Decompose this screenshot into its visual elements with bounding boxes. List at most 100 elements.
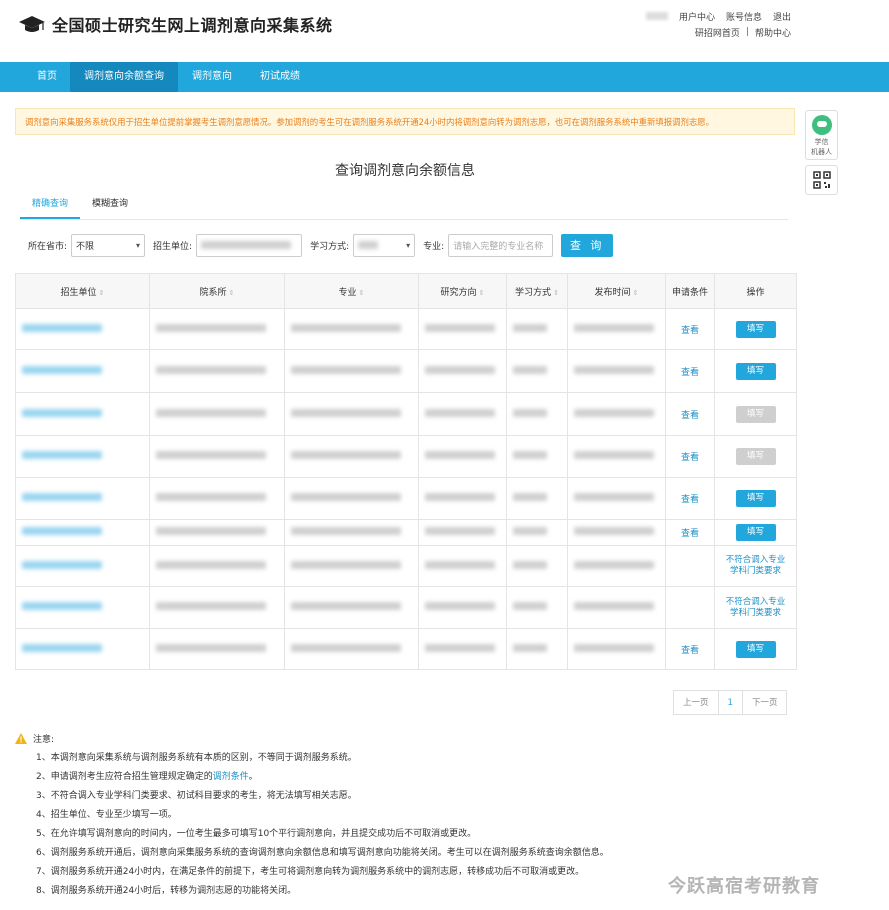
redacted-text bbox=[156, 560, 266, 569]
user-center-link[interactable]: 用户中心 bbox=[679, 10, 715, 23]
robot-icon bbox=[811, 115, 832, 135]
query-button[interactable]: 查 询 bbox=[561, 233, 614, 257]
table-row: 查看 填写 bbox=[15, 308, 797, 350]
prev-page-button[interactable]: 上一页 bbox=[673, 690, 719, 715]
study-mode-select[interactable]: ▾ bbox=[353, 233, 416, 257]
fill-button[interactable]: 填写 bbox=[735, 640, 776, 658]
col-operation: 操作 bbox=[714, 273, 797, 309]
major-input[interactable]: 请输入完整的专业名称 bbox=[448, 233, 554, 257]
redacted-text bbox=[574, 527, 654, 535]
redacted-text bbox=[22, 560, 102, 569]
cell-study-mode bbox=[506, 392, 568, 436]
view-conditions-link[interactable]: 查看 bbox=[681, 326, 699, 336]
redacted-text bbox=[291, 323, 401, 332]
note-item: 1、本调剂意向采集系统与调剂服务系统有本质的区别，不等同于调剂服务系统。 bbox=[36, 753, 357, 763]
nav-intention[interactable]: 调剂意向 bbox=[178, 62, 246, 92]
watermark-text: 今跃高宿考研教育 bbox=[668, 876, 820, 897]
account-info-link[interactable]: 账号信息 bbox=[726, 10, 762, 23]
cell-major bbox=[284, 586, 419, 629]
next-page-button[interactable]: 下一页 bbox=[741, 690, 788, 715]
cell-publish-time bbox=[567, 308, 666, 350]
redacted-text bbox=[156, 323, 266, 332]
redacted-text bbox=[22, 493, 102, 501]
header: 全国硕士研究生网上调剂意向采集系统 用户中心 账号信息 退出 研招网首页 | 帮… bbox=[0, 0, 889, 60]
redacted-text bbox=[513, 408, 547, 417]
redacted-text bbox=[22, 323, 102, 332]
cell-operation: 不符合调入专业 学科门类要求 bbox=[714, 586, 797, 629]
tab-fuzzy-query[interactable]: 模糊查询 bbox=[80, 192, 140, 219]
note-item: 5、在允许填写调剂意向的时间内，一位考生最多可填写10个平行调剂意向，并且提交成… bbox=[36, 829, 477, 839]
fill-button[interactable]: 填写 bbox=[735, 490, 776, 507]
cell-unit bbox=[15, 392, 150, 436]
note-item: 2、申请调剂考生应符合招生管理规定确定的调剂条件。 bbox=[36, 772, 258, 782]
redacted-text bbox=[425, 527, 495, 535]
col-publish-time[interactable]: 发布时间 ⇕ bbox=[567, 273, 666, 309]
site-title: 全国硕士研究生网上调剂意向采集系统 bbox=[52, 16, 333, 35]
logout-link[interactable]: 退出 bbox=[773, 10, 791, 23]
cell-department bbox=[149, 349, 285, 393]
warning-icon bbox=[15, 733, 27, 744]
redacted-text bbox=[513, 493, 547, 501]
unit-input[interactable] bbox=[196, 233, 303, 257]
table-row: 查看 填写 bbox=[15, 435, 797, 478]
view-conditions-link[interactable]: 查看 bbox=[681, 411, 699, 421]
cell-direction bbox=[418, 628, 507, 670]
col-unit[interactable]: 招生单位 ⇕ bbox=[15, 273, 150, 309]
fill-button[interactable]: 填写 bbox=[735, 320, 776, 338]
nav-initial-score[interactable]: 初试成绩 bbox=[246, 62, 314, 92]
cell-direction bbox=[418, 349, 507, 393]
view-conditions-link[interactable]: 查看 bbox=[681, 646, 699, 656]
graduation-cap-icon bbox=[19, 16, 45, 32]
redacted-text bbox=[22, 527, 102, 535]
table-row: 查看 填写 bbox=[15, 349, 797, 393]
redacted-text bbox=[513, 323, 547, 332]
view-conditions-link[interactable]: 查看 bbox=[681, 495, 699, 505]
redacted-text bbox=[156, 527, 266, 535]
conditions-link[interactable]: 调剂条件 bbox=[213, 772, 249, 782]
help-center-link[interactable]: 帮助中心 bbox=[755, 26, 791, 39]
nav-balance-query[interactable]: 调剂意向余额查询 bbox=[70, 62, 178, 92]
cell-study-mode bbox=[506, 628, 568, 670]
site-logo[interactable]: 全国硕士研究生网上调剂意向采集系统 bbox=[18, 12, 333, 36]
fill-button[interactable]: 填写 bbox=[735, 524, 776, 541]
view-conditions-link[interactable]: 查看 bbox=[681, 453, 699, 463]
nav-home[interactable]: 首页 bbox=[0, 62, 70, 92]
cell-study-mode bbox=[506, 519, 568, 546]
cell-major bbox=[284, 349, 419, 393]
cell-department bbox=[149, 477, 285, 520]
cell-major bbox=[284, 308, 419, 350]
col-department[interactable]: 院系所 ⇕ bbox=[149, 273, 285, 309]
cell-publish-time bbox=[567, 392, 666, 436]
redacted-text bbox=[291, 365, 401, 374]
table-header-row: 招生单位 ⇕ 院系所 ⇕ 专业 ⇕ 研究方向 ⇕ 学习方式 ⇕ 发布时间 ⇕ 申请条件 操作 bbox=[15, 273, 797, 309]
cell-conditions: 查看 bbox=[665, 477, 715, 520]
cell-department bbox=[149, 435, 285, 478]
cell-publish-time bbox=[567, 545, 666, 587]
cell-operation: 不符合调入专业 学科门类要求 bbox=[714, 545, 797, 587]
view-conditions-link[interactable]: 查看 bbox=[681, 529, 699, 539]
table-row: 不符合调入专业 学科门类要求 bbox=[15, 545, 797, 587]
cell-publish-time bbox=[567, 349, 666, 393]
cell-operation: 填写 bbox=[714, 435, 797, 478]
view-conditions-link[interactable]: 查看 bbox=[681, 368, 699, 378]
page-number[interactable]: 1 bbox=[717, 690, 743, 715]
col-major[interactable]: 专业 ⇕ bbox=[284, 273, 419, 309]
redacted-text bbox=[156, 602, 266, 610]
redacted-text bbox=[22, 408, 102, 417]
redacted-text bbox=[574, 451, 654, 459]
redacted-text bbox=[291, 643, 401, 652]
yanzhao-home-link[interactable]: 研招网首页 bbox=[695, 26, 740, 39]
fill-button: 填写 bbox=[735, 448, 776, 465]
province-select[interactable]: 不限 ▾ bbox=[71, 233, 146, 257]
user-name bbox=[645, 12, 668, 20]
cell-study-mode bbox=[506, 435, 568, 478]
unit-label: 招生单位: bbox=[153, 241, 193, 252]
col-study-mode[interactable]: 学习方式 ⇕ bbox=[506, 273, 568, 309]
cell-direction bbox=[418, 308, 507, 350]
tab-exact-query[interactable]: 精确查询 bbox=[20, 192, 81, 219]
col-direction[interactable]: 研究方向 ⇕ bbox=[418, 273, 507, 309]
cell-operation: 填写 bbox=[714, 519, 797, 546]
sort-icon: ⇕ bbox=[632, 288, 639, 297]
robot-widget[interactable]: 学信 机器人 bbox=[805, 110, 838, 160]
fill-button[interactable]: 填写 bbox=[735, 362, 776, 380]
